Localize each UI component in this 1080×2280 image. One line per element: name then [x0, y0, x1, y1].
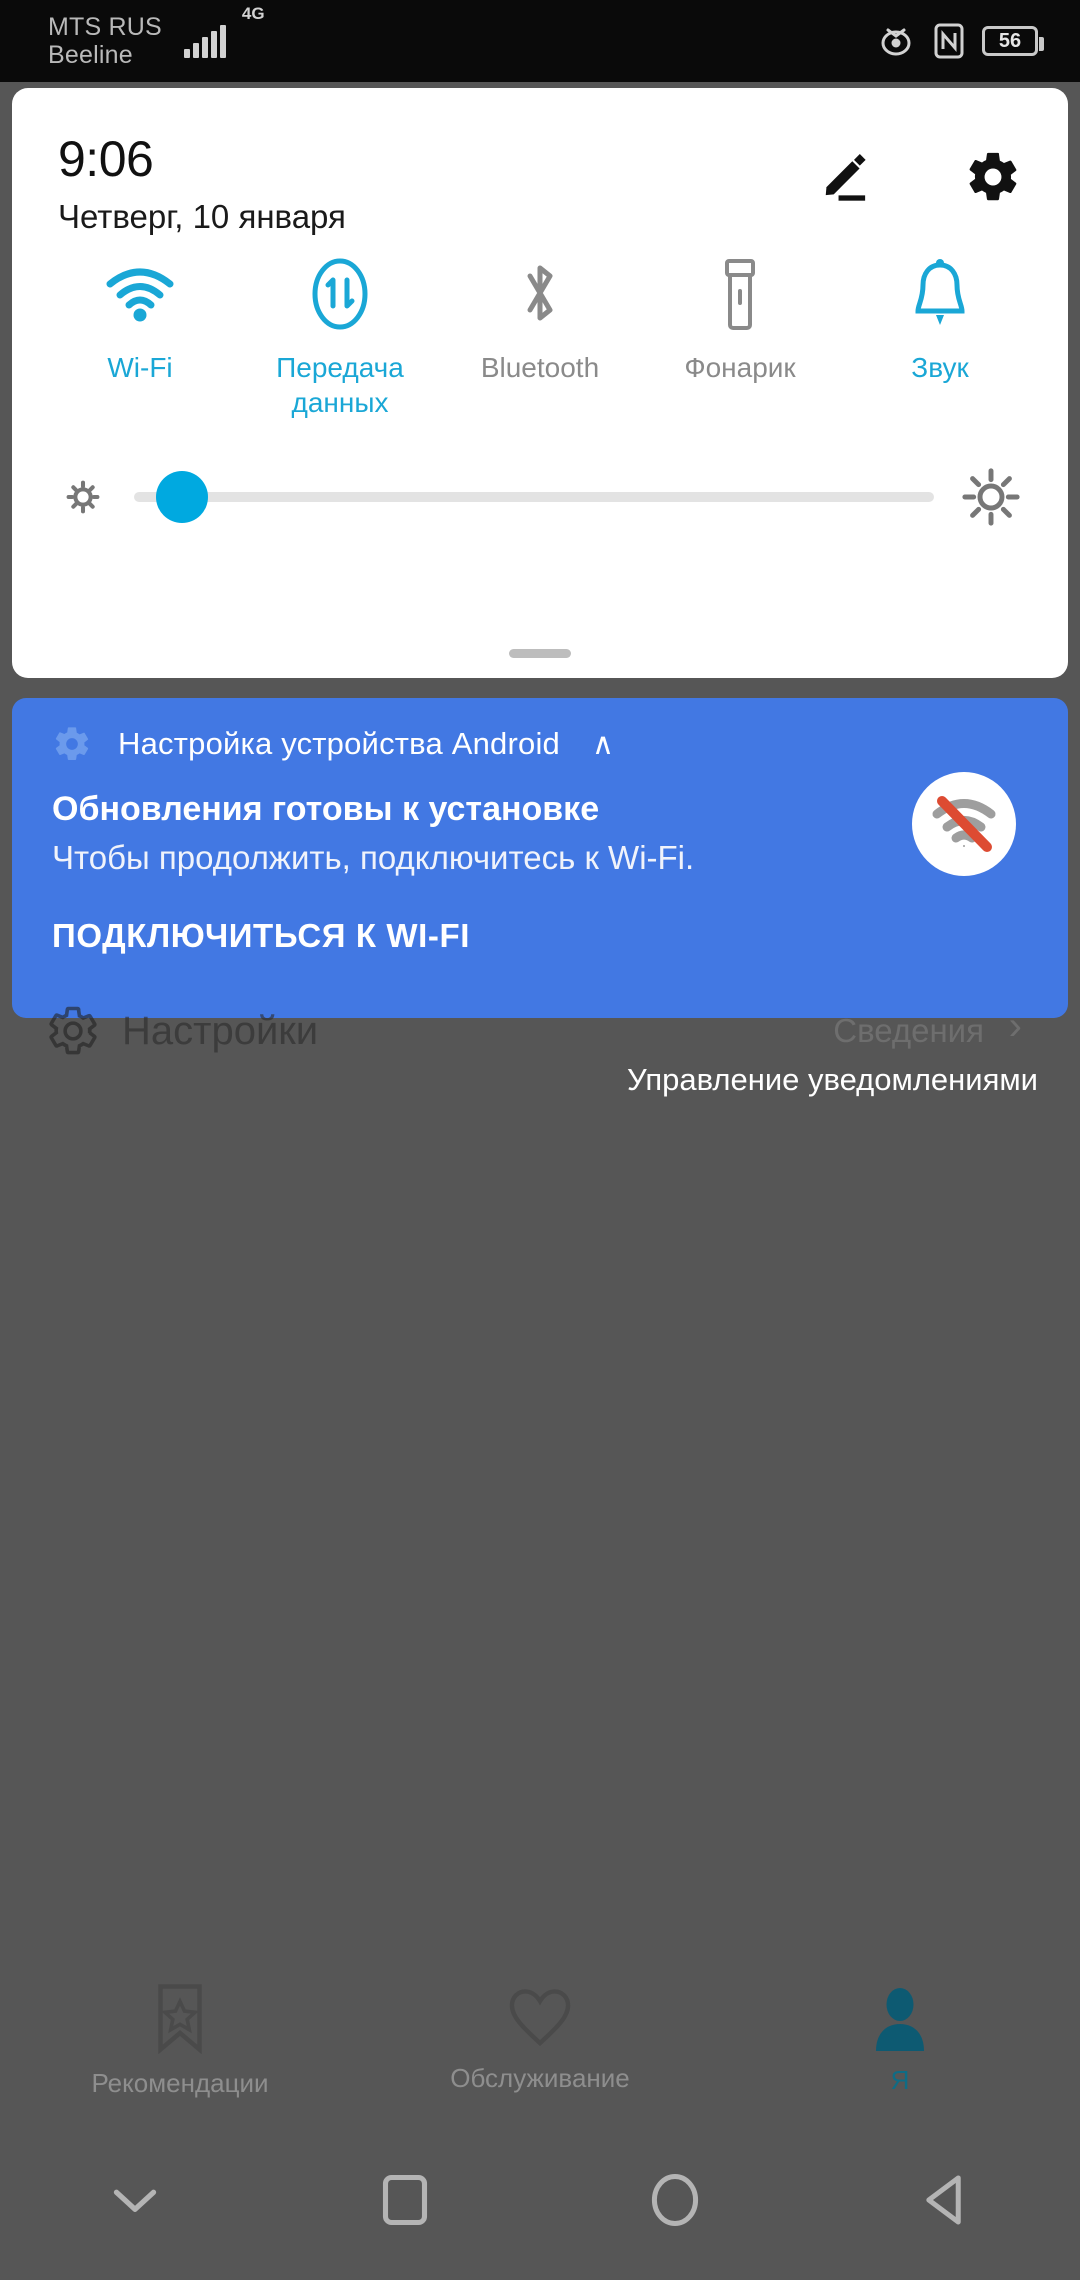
collapse-button[interactable]	[0, 2120, 270, 2280]
signal-bars-sim1-icon	[183, 24, 226, 58]
background-settings-label: Настройки	[122, 1008, 319, 1053]
tab-recommendations[interactable]: Рекомендации	[0, 1960, 360, 2120]
android-notification-shade: MTS RUS Beeline 4G 56 9:06 Четверг, 10 я…	[0, 0, 1080, 2280]
carrier-1: MTS RUS	[48, 13, 162, 41]
clock-date: Четверг, 10 января	[58, 198, 346, 235]
toggle-sound[interactable]: Звук	[840, 252, 1040, 420]
toggle-flashlight[interactable]: Фонарик	[640, 252, 840, 420]
wifi-off-icon	[912, 772, 1016, 876]
notification-card[interactable]: Настройка устройства Android ∧ Обновлени…	[12, 698, 1068, 1018]
brightness-high-icon	[962, 468, 1020, 526]
status-bar: MTS RUS Beeline 4G 56	[0, 0, 1080, 82]
notification-title: Обновления готовы к установке	[52, 790, 600, 828]
tab-me[interactable]: Я	[720, 1960, 1080, 2120]
shade-drag-handle[interactable]	[509, 649, 571, 658]
toggle-label: Wi-Fi	[107, 352, 173, 383]
notification-body: Чтобы продолжить, подключитесь к Wi-Fi.	[52, 839, 695, 876]
tab-service[interactable]: Обслуживание	[360, 1960, 720, 2120]
quick-toggles: Wi-Fi Передача данных Bluetooth Фонарик …	[12, 236, 1068, 420]
notification-header[interactable]: Настройка устройства Android ∧	[52, 724, 1028, 764]
recents-button[interactable]	[270, 2120, 540, 2280]
brightness-low-icon	[66, 480, 100, 514]
heart-icon	[509, 1988, 571, 2046]
quick-settings-panel: 9:06 Четверг, 10 января Wi-Fi Передача д…	[12, 88, 1068, 678]
notification-app-name: Настройка устройства Android	[118, 726, 560, 761]
toggle-mobile-data[interactable]: Передача данных	[240, 252, 440, 420]
background-details-label: Сведения	[833, 1012, 984, 1049]
bookmark-star-icon	[158, 1983, 202, 2054]
brightness-slider[interactable]	[134, 471, 934, 523]
tab-label: Обслуживание	[450, 2062, 630, 2093]
person-icon	[876, 1987, 924, 2051]
signal-bars-sim2-icon: 4G	[242, 4, 265, 58]
bluetooth-icon	[512, 252, 568, 336]
home-icon	[651, 2173, 699, 2227]
network-type-label: 4G	[241, 4, 265, 23]
carrier-labels: MTS RUS Beeline	[48, 13, 162, 69]
toggle-label: Bluetooth	[480, 352, 600, 383]
toggle-label: Фонарик	[684, 352, 796, 383]
status-right-icons: 56	[876, 23, 1044, 59]
back-icon	[926, 2175, 961, 2225]
tab-label: Рекомендации	[91, 2067, 269, 2098]
battery-icon: 56	[982, 26, 1044, 56]
eye-comfort-icon	[881, 28, 911, 56]
gear-icon	[49, 1006, 97, 1055]
notification-action-button[interactable]: ПОДКЛЮЧИТЬСЯ К WI-FI	[52, 917, 1028, 955]
chevron-up-icon[interactable]: ∧	[592, 727, 614, 762]
tab-label: Я	[890, 2064, 910, 2095]
gear-icon	[55, 727, 89, 760]
toggle-label: Передача данных	[276, 352, 404, 418]
bell-icon	[909, 252, 971, 336]
system-navigation-bar	[0, 2120, 1080, 2280]
chevron-right-icon: ›	[1008, 1004, 1022, 1048]
nfc-icon	[934, 23, 964, 59]
background-app-content: Настройки Сведения › Управление уведомле…	[0, 990, 1080, 1130]
recents-icon	[382, 2174, 428, 2226]
manage-notifications-link[interactable]: Управление уведомлениями	[627, 1062, 1038, 1098]
quick-settings-header: 9:06 Четверг, 10 января	[12, 88, 1068, 236]
bottom-tab-bar: Рекомендации Обслуживание Я	[0, 1960, 1080, 2120]
battery-percent: 56	[998, 29, 1022, 52]
flashlight-icon	[716, 252, 764, 336]
toggle-wifi[interactable]: Wi-Fi	[40, 252, 240, 420]
wifi-icon	[102, 252, 178, 336]
home-button[interactable]	[540, 2120, 810, 2280]
chevron-down-icon	[113, 2189, 157, 2212]
gear-icon[interactable]	[964, 148, 1022, 206]
background-settings-row: Настройки	[46, 1004, 318, 1058]
mobile-data-icon	[308, 252, 372, 336]
signal-indicators: 4G	[183, 4, 265, 58]
clock-time: 9:06	[58, 131, 154, 187]
toggle-label: Звук	[911, 352, 969, 383]
edit-icon[interactable]	[818, 148, 876, 206]
toggle-bluetooth[interactable]: Bluetooth	[440, 252, 640, 420]
back-button[interactable]	[810, 2120, 1080, 2280]
brightness-row	[12, 464, 1068, 530]
brightness-slider-thumb[interactable]	[156, 471, 208, 523]
carrier-2: Beeline	[48, 41, 133, 69]
